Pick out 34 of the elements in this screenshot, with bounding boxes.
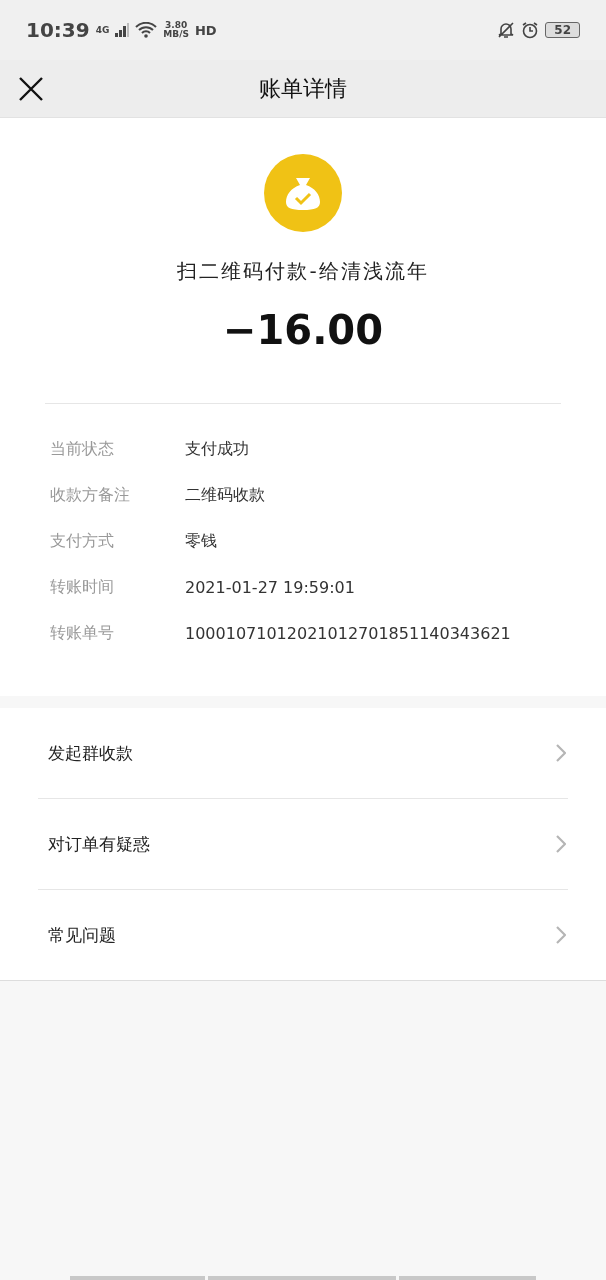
detail-value: 2021-01-27 19:59:01 bbox=[185, 577, 355, 597]
signal-icon bbox=[115, 23, 130, 37]
clock-time: 10:39 bbox=[26, 18, 90, 42]
bell-muted-icon bbox=[497, 21, 516, 39]
payment-amount: −16.00 bbox=[222, 307, 383, 353]
network-type: 4G bbox=[95, 25, 110, 35]
close-icon[interactable] bbox=[18, 76, 44, 102]
speed-unit: MB/S bbox=[163, 30, 189, 39]
detail-label: 转账时间 bbox=[50, 576, 115, 598]
money-bag-icon bbox=[264, 154, 342, 232]
hd-label: HD bbox=[194, 22, 217, 38]
battery-level: 52 bbox=[545, 22, 580, 38]
payment-description: 扫二维码付款-给清浅流年 bbox=[177, 258, 429, 285]
detail-label: 支付方式 bbox=[50, 530, 115, 552]
chevron-right-icon bbox=[556, 744, 566, 762]
alarm-icon bbox=[521, 21, 540, 39]
detail-value: 零钱 bbox=[185, 530, 217, 552]
detail-value: 二维码收款 bbox=[185, 484, 265, 506]
detail-label: 收款方备注 bbox=[50, 484, 131, 506]
menu-item[interactable]: 发起群收款 bbox=[38, 708, 568, 798]
wifi-icon bbox=[135, 22, 158, 38]
detail-value: 10001071012021012701851140343621 bbox=[185, 623, 511, 643]
page-title: 账单详情 bbox=[259, 74, 347, 103]
detail-label: 转账单号 bbox=[50, 622, 115, 644]
menu-item-label: 常见问题 bbox=[48, 923, 116, 947]
chevron-right-icon bbox=[556, 926, 566, 944]
detail-value: 支付成功 bbox=[185, 438, 249, 460]
speed-value: 3.80 bbox=[165, 21, 188, 30]
menu-item-label: 对订单有疑惑 bbox=[48, 832, 150, 856]
menu-item-label: 发起群收款 bbox=[48, 741, 133, 765]
menu-item[interactable]: 常见问题 bbox=[38, 889, 568, 980]
menu-item[interactable]: 对订单有疑惑 bbox=[38, 798, 568, 889]
chevron-right-icon bbox=[556, 835, 566, 853]
detail-label: 当前状态 bbox=[50, 438, 115, 460]
